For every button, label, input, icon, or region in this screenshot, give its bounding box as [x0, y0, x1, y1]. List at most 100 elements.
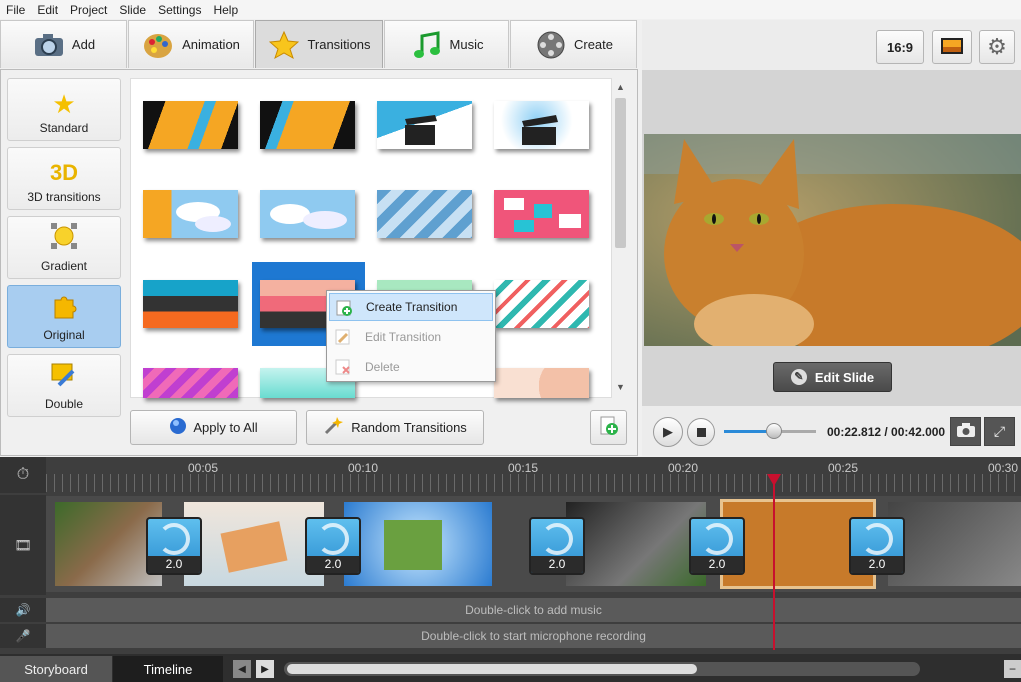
delete-icon	[335, 359, 351, 375]
transition-thumb[interactable]	[494, 368, 589, 398]
transition-thumb[interactable]	[143, 368, 238, 398]
menu-edit[interactable]: Edit	[37, 3, 58, 17]
magic-wand-icon	[323, 416, 344, 439]
tab-music[interactable]: Music	[384, 20, 509, 68]
category-3d[interactable]: 3D 3D transitions	[7, 147, 121, 210]
transition-marker[interactable]: 2.0	[849, 517, 905, 575]
slide-clip[interactable]	[344, 502, 492, 586]
transition-thumb[interactable]	[494, 190, 589, 238]
aspect-ratio-button[interactable]: 16:9	[876, 30, 924, 64]
transition-duration: 2.0	[851, 556, 903, 573]
music-track[interactable]: Double-click to add music	[46, 598, 1021, 622]
menu-settings[interactable]: Settings	[158, 3, 201, 17]
category-gradient-label: Gradient	[40, 259, 88, 273]
tab-animation[interactable]: Animation	[128, 20, 254, 68]
transition-thumb[interactable]	[260, 190, 355, 238]
camera-icon	[956, 423, 975, 440]
transition-marker[interactable]: 2.0	[529, 517, 585, 575]
star-icon: ★	[52, 89, 76, 119]
slide-clip[interactable]	[888, 502, 1021, 586]
slide-clip[interactable]	[184, 502, 324, 586]
fullscreen-icon: ⤢	[993, 423, 1006, 439]
transition-thumb[interactable]	[143, 280, 238, 328]
zoom-out-button[interactable]: −	[1004, 660, 1021, 678]
scroll-down-icon[interactable]: ▼	[616, 382, 625, 392]
edit-transition-item[interactable]: Edit Transition	[329, 323, 493, 351]
menu-project[interactable]: Project	[70, 3, 107, 17]
category-double[interactable]: Double	[7, 354, 121, 417]
apply-to-all-button[interactable]: Apply to All	[130, 410, 297, 445]
apply-to-all-label: Apply to All	[193, 420, 258, 435]
transition-thumb[interactable]	[260, 101, 355, 149]
tab-add-label: Add	[71, 37, 96, 52]
camera-icon	[32, 28, 66, 62]
transition-marker[interactable]: 2.0	[305, 517, 361, 575]
scroll-up-icon[interactable]: ▲	[616, 82, 625, 92]
music-note-icon	[410, 28, 444, 62]
minus-icon: −	[1008, 662, 1016, 676]
add-icon	[336, 300, 352, 316]
menu-bar: File Edit Project Slide Settings Help	[0, 0, 1021, 19]
filmstrip-icon: 🎞	[0, 495, 46, 595]
timeline-scroll-thumb[interactable]	[287, 664, 697, 674]
slide-clip[interactable]	[566, 502, 706, 586]
delete-item[interactable]: Delete	[329, 353, 493, 381]
category-original-label: Original	[43, 328, 85, 342]
transition-thumb[interactable]	[494, 101, 589, 149]
category-gradient[interactable]: Gradient	[7, 216, 121, 279]
create-transition-item[interactable]: Create Transition	[329, 293, 493, 321]
edit-slide-button[interactable]: ✎ Edit Slide	[773, 362, 892, 392]
transition-marker[interactable]: 2.0	[146, 517, 202, 575]
transition-duration: 2.0	[307, 556, 359, 573]
transition-thumb[interactable]	[143, 101, 238, 149]
menu-slide[interactable]: Slide	[119, 3, 146, 17]
transition-thumb[interactable]	[143, 190, 238, 238]
stop-icon	[696, 427, 706, 437]
category-original[interactable]: Original	[7, 285, 121, 348]
tick-label: 00:15	[508, 461, 539, 475]
playhead-handle[interactable]	[767, 474, 781, 486]
playhead[interactable]	[773, 478, 775, 650]
time-display: 00:22.812 / 00:42.000	[827, 425, 946, 439]
mic-track[interactable]: Double-click to start microphone recordi…	[46, 624, 1021, 648]
stopwatch-icon: ⏱	[0, 457, 46, 493]
swirl-icon	[861, 523, 893, 555]
transition-marker[interactable]: 2.0	[689, 517, 745, 575]
random-transitions-button[interactable]: Random Transitions	[306, 410, 484, 445]
play-button[interactable]: ▶	[653, 417, 683, 447]
stop-button[interactable]	[687, 418, 715, 446]
right-arrow-icon: ▶	[261, 663, 269, 675]
timeline-ruler[interactable]	[46, 474, 1021, 492]
transition-thumb[interactable]	[377, 190, 472, 238]
transition-duration: 2.0	[531, 556, 583, 573]
background-button[interactable]	[932, 30, 972, 64]
delete-label: Delete	[365, 360, 400, 374]
menu-help[interactable]: Help	[213, 3, 238, 17]
storyboard-tab[interactable]: Storyboard	[0, 656, 112, 682]
transition-thumb[interactable]	[377, 101, 472, 149]
scroll-right-button[interactable]: ▶	[256, 660, 274, 678]
fullscreen-button[interactable]: ⤢	[984, 417, 1015, 446]
menu-file[interactable]: File	[6, 3, 25, 17]
grid-scrollbar[interactable]: ▲ ▼	[611, 78, 628, 398]
category-standard[interactable]: ★ Standard	[7, 78, 121, 141]
scroll-left-button[interactable]: ◀	[233, 660, 251, 678]
3d-icon: 3D	[49, 160, 79, 185]
snapshot-button[interactable]	[950, 417, 981, 446]
settings-button[interactable]: ⚙	[979, 30, 1015, 64]
tick-label: 00:20	[668, 461, 699, 475]
tick-label: 00:05	[188, 461, 219, 475]
timeline-tab[interactable]: Timeline	[113, 656, 223, 682]
tab-create[interactable]: Create	[510, 20, 637, 68]
palette-icon	[142, 28, 176, 62]
tab-transitions[interactable]: Transitions	[255, 20, 383, 68]
seek-knob[interactable]	[765, 423, 782, 439]
transition-thumb[interactable]	[494, 280, 589, 328]
scroll-thumb[interactable]	[615, 98, 626, 248]
edit-transition-label: Edit Transition	[365, 330, 442, 344]
tab-add[interactable]: Add	[0, 20, 127, 68]
add-transition-button[interactable]	[590, 410, 627, 445]
timeline-scrollbar[interactable]	[284, 662, 920, 676]
main-tabs: Add Animation Transitions Music Create	[0, 20, 638, 70]
puzzle-icon	[49, 290, 79, 326]
